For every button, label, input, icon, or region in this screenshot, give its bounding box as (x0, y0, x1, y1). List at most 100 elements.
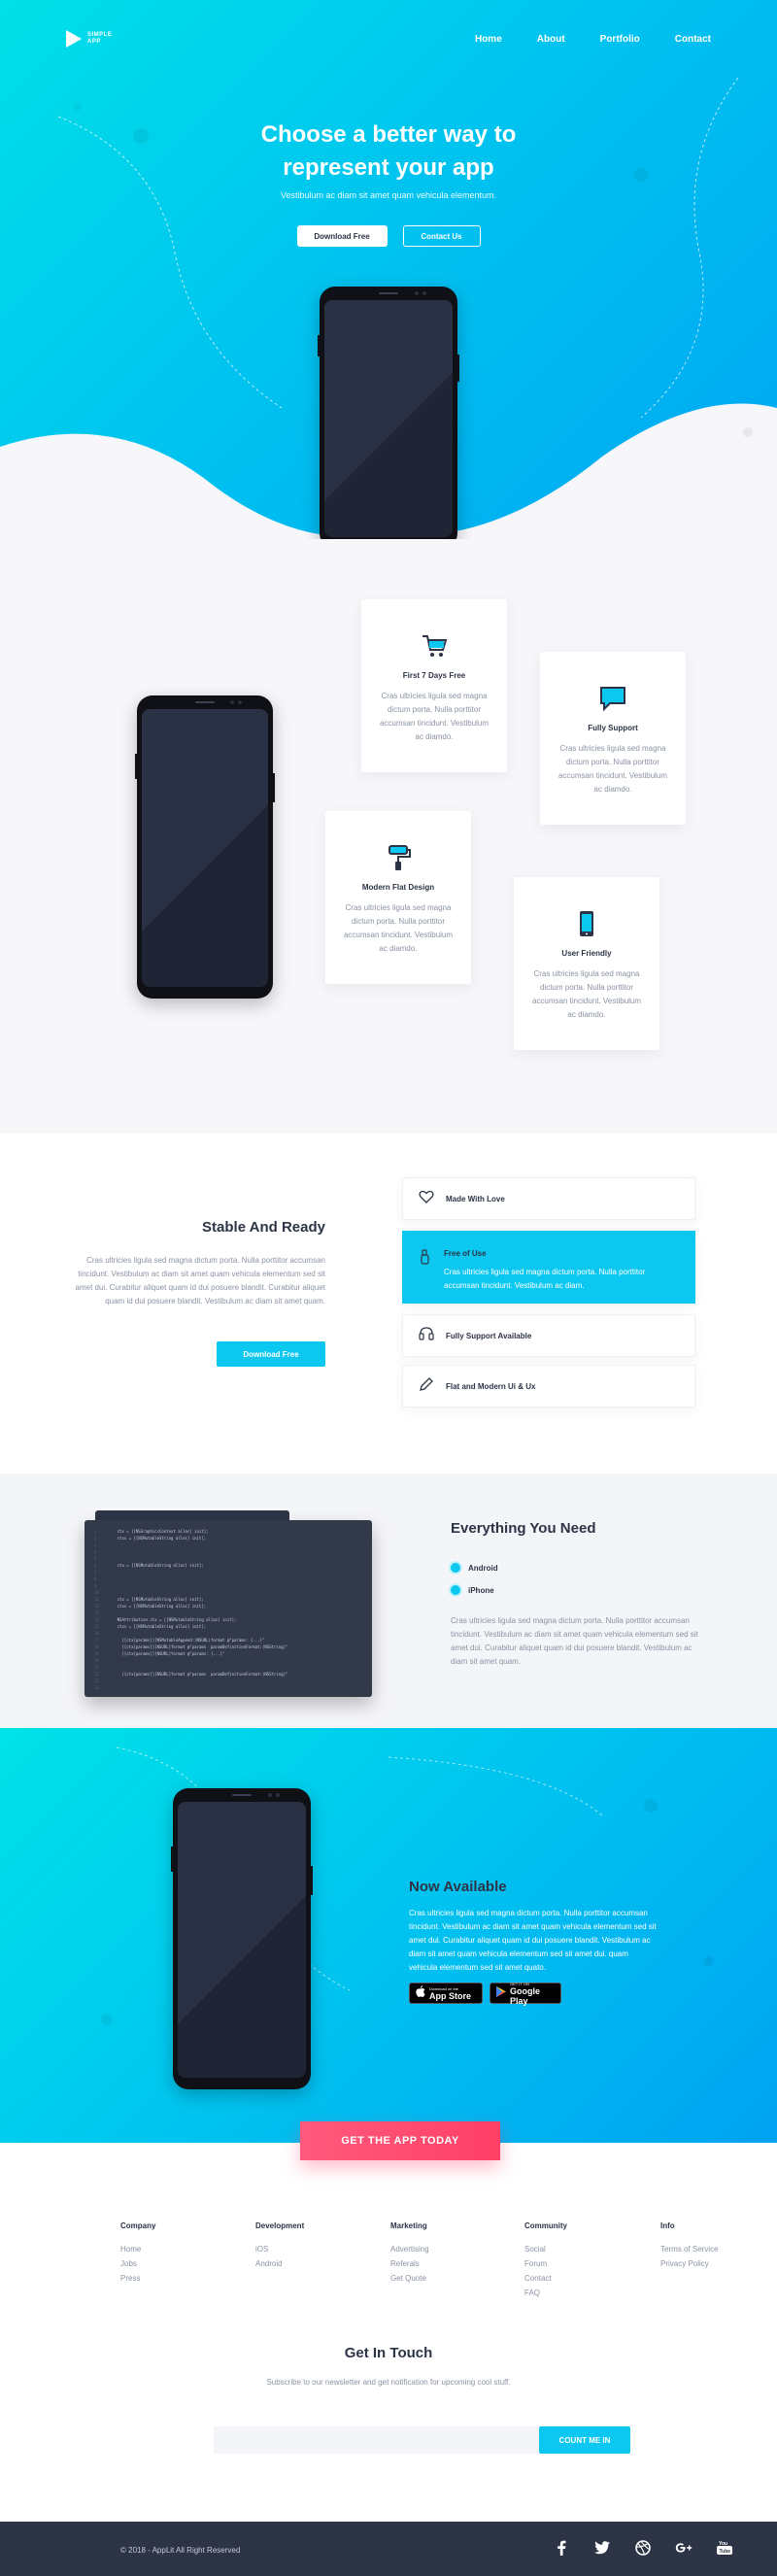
code-line-number: 9 (94, 1583, 97, 1588)
app-store-button[interactable]: Download on the App Store (409, 1983, 483, 2004)
footer-link[interactable]: Privacy Policy (660, 2256, 719, 2271)
app-store-big-text: App Store (429, 1990, 472, 2001)
stable-description: Cras ultricies ligula sed magna dictum p… (75, 1256, 325, 1305)
logo-line-1: SIMPLE (87, 32, 113, 38)
heart-icon (419, 1189, 434, 1209)
twitter-icon[interactable] (593, 2539, 611, 2557)
phone-screen (178, 1802, 306, 2078)
feature-title: Modern Flat Design (361, 883, 435, 892)
feature-title: First 7 Days Free (402, 671, 466, 680)
stable-download-button[interactable]: Download Free (217, 1341, 325, 1367)
nav-contact-link[interactable]: Contact (675, 34, 711, 45)
accordion-flat-modern[interactable]: Flat and Modern Ui & Ux (402, 1365, 695, 1407)
code-line: 12 ctxs = [[NSMutableString alloc] init]… (94, 1603, 372, 1610)
footer-col-marketing: Marketing Advertising Referals Get Quote (390, 2221, 429, 2286)
code-line: 20 (94, 1657, 372, 1664)
code-line: 18 [[ctx[params]][NSURL]format @"params … (94, 1644, 372, 1650)
code-line-number: 17 (94, 1638, 99, 1643)
support-icon (419, 1326, 434, 1346)
code-line: 11 ctx = [[NSMutableString alloc] init]; (94, 1596, 372, 1603)
feature-card-free-trial: First 7 Days Free Cras ultricies ligula … (361, 599, 507, 772)
newsletter-email-input[interactable] (214, 2426, 539, 2454)
phone-screen (142, 709, 268, 987)
footer-link[interactable]: Home (120, 2242, 155, 2256)
footer-link[interactable]: Terms of Service (660, 2242, 719, 2256)
nav-about-link[interactable]: About (537, 34, 565, 45)
footer-link[interactable]: FAQ (524, 2286, 567, 2300)
thumb-icon (419, 1249, 432, 1270)
code-line-text: ctx = [[NSMutableString alloc] init]; (108, 1597, 204, 1602)
accordion-label: Flat and Modern Ui & Ux (446, 1381, 536, 1391)
code-line: 8 (94, 1576, 372, 1582)
google-play-button[interactable]: GET IT ON Google Play (490, 1982, 561, 2006)
code-line-number: 3 (94, 1542, 97, 1547)
facebook-icon[interactable] (553, 2539, 570, 2557)
code-line: 6 ctx = [[NSMutableString alloc] init]; (94, 1562, 372, 1569)
code-line: 10 (94, 1589, 372, 1596)
footer-link[interactable]: Press (120, 2271, 155, 2286)
available-section: Now Available Cras ultricies ligula sed … (0, 1728, 777, 2143)
available-title: Now Available (409, 1879, 507, 1895)
footer-link[interactable]: Contact (524, 2271, 567, 2286)
stable-section: Stable And Ready Cras ultricies ligula s… (0, 1134, 777, 1474)
accordion-free-of-use[interactable]: Free of Use Cras ultricies ligula sed ma… (402, 1231, 695, 1304)
code-line: 23 (94, 1678, 372, 1684)
footer-col-title: Company (120, 2221, 156, 2230)
radio-iphone[interactable]: iPhone (451, 1585, 494, 1595)
code-line-text: ctx = [[NSGraphicsContext alloc] init]; (108, 1529, 209, 1534)
accordion-label: Made With Love (446, 1194, 505, 1203)
feature-text: Cras ultricies ligula sed magna dictum p… (531, 969, 642, 1019)
hero-phone-mockup (318, 287, 459, 539)
code-line-number: 20 (94, 1658, 99, 1663)
code-line-text: [[ctx[params]][NSURL]format @"params: {.… (108, 1651, 225, 1656)
footer-link[interactable]: Referals (390, 2256, 429, 2271)
hero-subtitle: Vestibulum ac diam sit amet quam vehicul… (280, 190, 497, 200)
accordion-fully-support[interactable]: Fully Support Available (402, 1314, 695, 1357)
feature-card-user-friendly: User Friendly Cras ultricies ligula sed … (514, 877, 659, 1050)
accordion-label: Free of Use (444, 1249, 487, 1258)
footer-link[interactable]: Get Quote (390, 2271, 429, 2286)
contact-us-button[interactable]: Contact Us (402, 225, 481, 247)
code-line: 16 (94, 1630, 372, 1637)
feature-title: Fully Support (588, 724, 638, 732)
nav-home-link[interactable]: Home (475, 34, 502, 45)
count-me-in-button[interactable]: COUNT ME IN (539, 2426, 630, 2454)
footer-link[interactable]: Forum (524, 2256, 567, 2271)
code-line: 22 [[ctx[params]][NSURL]format @"params … (94, 1671, 372, 1678)
footer-link[interactable]: Android (255, 2256, 304, 2271)
footer-link[interactable]: Advertising (390, 2242, 429, 2256)
code-line-number: 6 (94, 1563, 97, 1568)
code-line-number: 18 (94, 1644, 99, 1649)
code-line: 14 NSAttribution ctx = [[NSMutableString… (94, 1616, 372, 1623)
footer-link[interactable]: iOS (255, 2242, 304, 2256)
nav-portfolio-link[interactable]: Portfolio (600, 34, 640, 45)
download-free-button[interactable]: Download Free (296, 225, 388, 247)
code-line-number: 5 (94, 1556, 97, 1561)
footer-link[interactable]: Social (524, 2242, 567, 2256)
footer-col-title: Community (524, 2221, 567, 2230)
google-play-big-text: Google Play (510, 1985, 540, 2006)
code-line-number: 11 (94, 1597, 99, 1602)
feature-card-support: Fully Support Cras ultricies ligula sed … (540, 652, 686, 825)
code-line-number: 16 (94, 1631, 99, 1636)
top-nav: SIMPLE APP Home About Portfolio Contact (66, 27, 711, 51)
code-line: 24 (94, 1684, 372, 1691)
radio-android[interactable]: Android (451, 1563, 498, 1573)
code-line-number: 24 (94, 1685, 99, 1690)
footer-link[interactable]: Jobs (120, 2256, 155, 2271)
get-in-touch-section: Get In Touch Subscribe to our newsletter… (0, 2333, 777, 2522)
code-line: 13 (94, 1610, 372, 1616)
code-line-number: 21 (94, 1665, 99, 1670)
dribbble-icon[interactable] (634, 2539, 652, 2557)
code-line: 21 (94, 1664, 372, 1671)
logo[interactable]: SIMPLE APP (66, 30, 112, 48)
code-line-text: ctx = [[NSMutableString alloc] init]; (108, 1563, 204, 1568)
radio-dot-icon (451, 1585, 460, 1595)
code-line-number: 19 (94, 1651, 99, 1656)
accordion-made-with-love[interactable]: Made With Love (402, 1177, 695, 1220)
google-plus-icon[interactable] (675, 2539, 693, 2557)
code-line: 5 (94, 1555, 372, 1562)
code-line: 4 (94, 1548, 372, 1555)
youtube-icon[interactable]: You Tube (716, 2539, 733, 2557)
get-the-app-button[interactable]: GET THE APP TODAY (300, 2121, 500, 2160)
